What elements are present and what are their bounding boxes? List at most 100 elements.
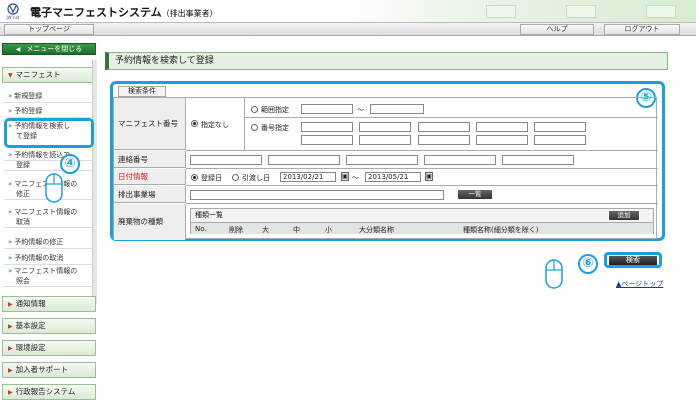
app-subtitle: （排出事業者） xyxy=(161,9,218,18)
date-from-input[interactable]: 2013/02/21 xyxy=(280,172,336,182)
sidebar-item-label: 予約情報の取消 xyxy=(14,254,64,262)
chevron-right-icon: » xyxy=(8,151,13,159)
triangle-right-icon: ▶ xyxy=(8,367,13,374)
number-input-6[interactable] xyxy=(301,135,353,145)
number-input-4[interactable] xyxy=(476,122,528,132)
calendar-icon[interactable]: ▣ xyxy=(425,172,433,181)
sidebar-section-member-support[interactable]: ▶ 加入者サポート xyxy=(2,362,96,378)
radio-registration-date[interactable] xyxy=(191,174,198,181)
contact-input-1[interactable] xyxy=(190,155,262,165)
radio-range[interactable] xyxy=(251,106,258,113)
emitter-site-input[interactable] xyxy=(190,190,444,200)
sidebar-item-new-registration[interactable]: » 新規登録 xyxy=(4,89,92,103)
number-input-8[interactable] xyxy=(418,135,470,145)
calendar-icon[interactable]: ▣ xyxy=(341,172,349,181)
header-deco-box xyxy=(566,5,596,18)
close-menu-button[interactable]: ◀ メニューを閉じる xyxy=(2,43,96,55)
radio-none-selected[interactable] xyxy=(191,120,198,127)
sidebar-item-label: マニフェスト情報の xyxy=(14,267,78,275)
radio-handover-date[interactable] xyxy=(232,174,239,181)
col-type-name: 種類名称(細分類を除く) xyxy=(463,226,539,234)
app-header: JW net 電子マニフェストシステム（排出事業者） xyxy=(0,0,696,22)
col-delete: 削除 xyxy=(229,226,243,234)
mouse-icon xyxy=(545,259,563,289)
range-from-input[interactable] xyxy=(301,104,353,114)
section-label: 通知情報 xyxy=(15,299,46,308)
search-form: マニフェスト番号 指定なし 範囲指定 〜 番号指定 連絡番号 日付情報 登録日 … xyxy=(113,97,658,240)
sidebar-item-manifest-cancel[interactable]: » マニフェスト情報の xyxy=(4,208,92,217)
date-to-input[interactable]: 2013/05/21 xyxy=(365,172,421,182)
contact-input-3[interactable] xyxy=(346,155,418,165)
number-input-5[interactable] xyxy=(534,122,586,132)
section-label: 基本設定 xyxy=(15,321,46,330)
triangle-down-icon: ▼ xyxy=(8,72,13,79)
triangle-right-icon: ▶ xyxy=(8,345,13,352)
sidebar-section-admin-report[interactable]: ▶ 行政報告システム xyxy=(2,384,96,400)
sidebar-item-label: 新規登録 xyxy=(14,92,43,100)
chevron-right-icon: » xyxy=(8,92,13,100)
radio-number[interactable] xyxy=(251,124,258,131)
number-input-10[interactable] xyxy=(534,135,586,145)
waste-list-header: No. 削除 大 中 小 大分類名称 種類名称(細分類を除く) xyxy=(191,222,653,234)
sidebar: ◀ メニューを閉じる ▼ マニフェスト » 新規登録 » 予約登録 » 予約情報を検索し … xyxy=(0,38,98,420)
logout-button[interactable]: ログアウト xyxy=(604,24,680,35)
chevron-right-icon: » xyxy=(8,107,13,115)
sidebar-section-basic-settings[interactable]: ▶ 基本設定 xyxy=(2,318,96,334)
search-conditions-tab[interactable]: 検索条件 xyxy=(118,86,166,97)
header-decoration xyxy=(336,0,696,22)
triangle-right-icon: ▶ xyxy=(8,323,13,330)
search-button-highlight: 検索 xyxy=(604,252,662,268)
section-label: 環境設定 xyxy=(15,343,46,352)
date-info-label: 日付情報 xyxy=(114,169,186,185)
manifest-number-label: マニフェスト番号 xyxy=(114,98,186,150)
app-title: 電子マニフェストシステム（排出事業者） xyxy=(30,4,218,20)
add-button[interactable]: 追加 xyxy=(609,211,639,220)
triangle-right-icon: ▶ xyxy=(8,301,13,308)
page-top-link[interactable]: ▲ページトップ xyxy=(616,279,663,289)
step-6-callout: ⑥ xyxy=(578,254,598,274)
contact-input-2[interactable] xyxy=(268,155,340,165)
number-input-9[interactable] xyxy=(476,135,528,145)
sidebar-scrollbar[interactable] xyxy=(92,60,97,304)
sidebar-item-reservation-cancel[interactable]: » 予約情報の取消 xyxy=(4,251,92,265)
contact-input-5[interactable] xyxy=(502,155,574,165)
number-input-2[interactable] xyxy=(359,122,411,132)
list-button[interactable]: 一覧 xyxy=(458,190,492,199)
row-divider xyxy=(186,185,658,186)
number-input-1[interactable] xyxy=(301,122,353,132)
opt-range-label: 範囲指定 xyxy=(261,106,289,114)
sidebar-item-label-cont: 取消 xyxy=(4,218,92,228)
col-no: No. xyxy=(195,225,207,233)
sidebar-section-environment[interactable]: ▶ 環境設定 xyxy=(2,340,96,356)
row-divider xyxy=(186,150,658,151)
chevron-right-icon: » xyxy=(8,208,13,216)
opt-none-label: 指定なし xyxy=(201,121,229,129)
opt-handover-date-label: 引渡し日 xyxy=(242,174,270,182)
col-small: 小 xyxy=(325,226,332,234)
top-page-button[interactable]: トップページ xyxy=(4,24,94,35)
waste-list-title: 種類一覧 xyxy=(195,211,223,219)
range-to-input[interactable] xyxy=(370,104,424,114)
number-input-3[interactable] xyxy=(418,122,470,132)
waste-list-box: 種類一覧 追加 No. 削除 大 中 小 大分類名称 種類名称(細分類を除く) xyxy=(190,208,654,234)
help-button[interactable]: ヘルプ xyxy=(520,24,594,35)
row-divider xyxy=(186,168,658,169)
chevron-right-icon: » xyxy=(8,180,13,188)
sidebar-section-manifest[interactable]: ▼ マニフェスト xyxy=(2,67,96,83)
opt-number-label: 番号指定 xyxy=(261,124,289,132)
search-button[interactable]: 検索 xyxy=(609,256,657,265)
sidebar-item-label: 予約情報の修正 xyxy=(14,238,64,246)
chevron-right-icon: » xyxy=(8,267,13,275)
sidebar-item-reservation-modify[interactable]: » 予約情報の修正 xyxy=(4,235,92,249)
contact-input-4[interactable] xyxy=(424,155,496,165)
chevron-right-icon: » xyxy=(8,238,13,246)
number-input-7[interactable] xyxy=(359,135,411,145)
sidebar-item-reservation[interactable]: » 予約登録 xyxy=(4,104,92,118)
sidebar-section-notifications[interactable]: ▶ 通知情報 xyxy=(2,296,96,312)
sidebar-item-manifest-inquiry[interactable]: » マニフェスト情報の xyxy=(4,267,92,276)
sidebar-item-label: 予約情報を検索し xyxy=(14,122,71,130)
section-label: 行政報告システム xyxy=(15,387,76,396)
sidebar-item-search-reservation[interactable]: » 予約情報を検索し xyxy=(4,122,92,131)
col-major-category: 大分類名称 xyxy=(359,226,394,234)
col-medium: 中 xyxy=(293,226,300,234)
